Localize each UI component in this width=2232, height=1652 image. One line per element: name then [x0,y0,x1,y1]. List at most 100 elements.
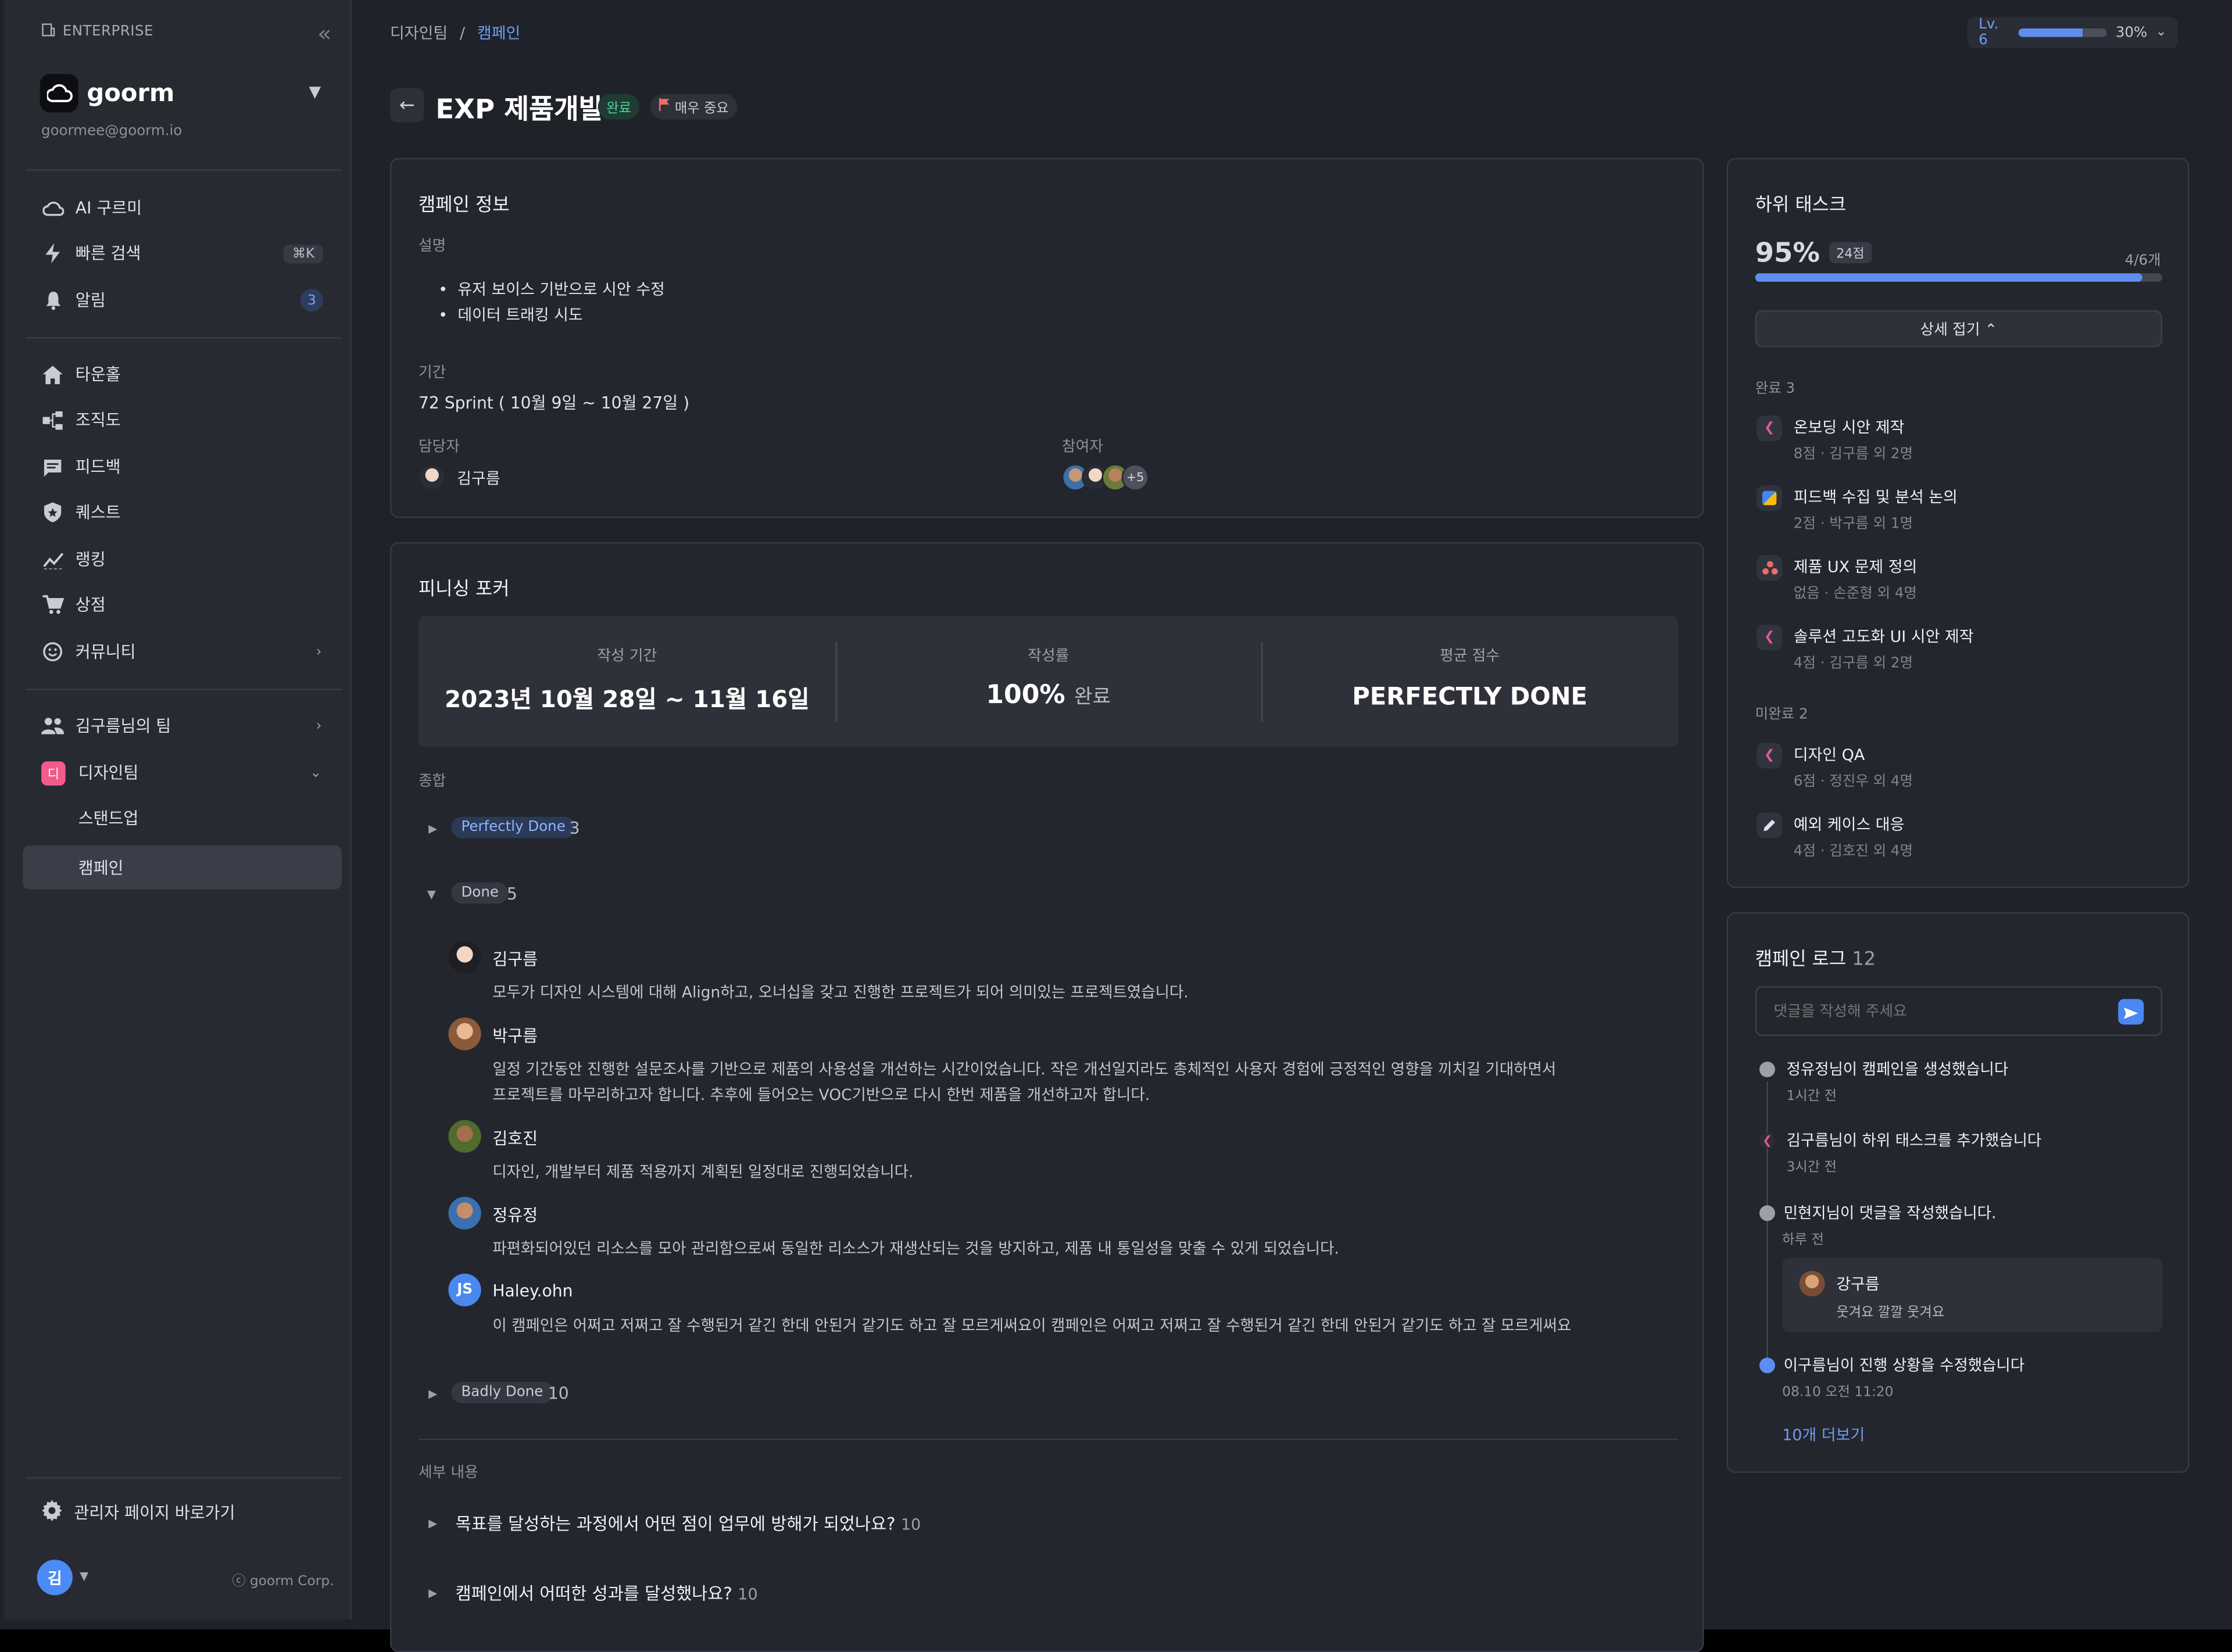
summary-label: 종합 [419,772,446,790]
pencil-icon [1757,812,1783,838]
group-tag-perfectly-done[interactable]: Perfectly Done [451,816,575,838]
collapse-details-button[interactable]: 상세 접기 ⌃ [1755,310,2163,347]
lightning-icon [41,242,64,264]
priority-badge: 매우 중요 [650,94,738,120]
participants-more-badge[interactable]: +5 [1121,464,1149,491]
section-title: 캠페인 로그 12 [1755,949,1876,971]
user-avatar[interactable]: 김 [37,1560,73,1596]
group-tag-badly-done[interactable]: Badly Done [451,1381,553,1403]
nav-standup[interactable]: 스탠드업 [23,798,342,838]
points-badge: 24점 [1829,242,1872,264]
breadcrumb-current[interactable]: 캠페인 [477,24,520,43]
load-more-link[interactable]: 10개 더보기 [1782,1423,1865,1446]
comment-avatar: JS [448,1273,481,1307]
collapse-sidebar-icon[interactable]: « [317,20,331,47]
nav-community[interactable]: 커뮤니티 › [23,632,342,672]
nav-design-team[interactable]: 디 디자인팀 ⌄ [23,753,342,793]
breadcrumb-parent[interactable]: 디자인팀 [390,24,448,43]
comment-text: 모두가 디자인 시스템에 대해 Align하고, 오너십을 갖고 진행한 프로젝… [492,983,1189,1002]
comment-avatar [448,940,481,974]
campaign-info-card: 캠페인 정보 설명 • 유저 보이스 기반으로 시안 수정 • 데이터 트래킹 … [390,157,1704,518]
collapse-arrow-icon[interactable]: ▼ [427,888,436,901]
divider [26,689,342,690]
level-indicator[interactable]: Lv. 6 30% ⌄ [1967,17,2178,49]
send-button[interactable] [2118,999,2144,1025]
chevron-down-icon: ⌄ [2155,26,2167,40]
admin-page-link[interactable]: 관리자 페이지 바로가기 [41,1500,235,1525]
owner-label: 담당자 [419,438,460,456]
team-avatar-icon: 디 [41,760,66,785]
period-value: 72 Sprint ( 10월 9일 ~ 10월 27일 ) [419,392,690,413]
comment-author: 정유정 [492,1205,538,1225]
section-title: 하위 태스크 [1755,195,1847,217]
comment-author: Haley.ohn [492,1281,573,1301]
cloud-plus-icon [41,196,64,219]
expand-arrow-icon[interactable]: ▶ [428,1517,437,1530]
owner-avatar[interactable] [419,464,446,491]
nav-org-chart[interactable]: 조직도 [23,400,342,440]
shortcut-badge: ⌘K [284,244,323,263]
group-count: 5 [506,883,517,904]
campaign-log-card: 캠페인 로그 12 정유정님이 캠페인을 생성했습니다 1시간 전 ❮ 김구름님… [1726,912,2190,1473]
divider [26,169,342,171]
period-label: 기간 [419,364,446,382]
gear-icon [41,1500,63,1525]
stat-rate: 작성률 100% 완료 [986,647,1111,711]
chat-icon [41,456,64,478]
log-dot [1759,1205,1775,1221]
main-content: 디자인팀 / 캠페인 Lv. 6 30% ⌄ ← EXP 제품개발 완료 매우 … [353,0,2232,1652]
comment-text: 디자인, 개발부터 제품 적용까지 계획된 일정대로 진행되었습니다. [492,1162,914,1181]
detail-label: 세부 내용 [419,1464,478,1482]
clickup-icon: ❮ [1757,625,1783,651]
clickup-icon: ❮ [1757,415,1783,442]
finishing-poker-card: 피니싱 포커 작성 기간 2023년 10월 28일 ~ 11월 16일 작성률… [390,542,1704,1652]
clickup-icon: ❮ [1759,1133,1775,1149]
expand-arrow-icon[interactable]: ▶ [428,823,437,836]
level-label: Lv. 6 [1979,17,1999,49]
section-title: 피니싱 포커 [419,579,510,601]
divider [419,1438,1679,1440]
nav-townhall[interactable]: 타운홀 [23,354,342,395]
bell-icon [41,289,64,311]
breadcrumb: 디자인팀 / 캠페인 [390,21,520,44]
nav-my-team[interactable]: 김구름님의 팀 › [23,706,342,746]
nav-quest[interactable]: 퀘스트 [23,492,342,532]
expand-arrow-icon[interactable]: ▶ [428,1587,437,1600]
participants-label: 참여자 [1061,438,1103,456]
home-icon [41,363,64,385]
shield-icon [41,501,64,524]
page-title: EXP 제품개발 [435,94,604,126]
org-switch-caret-icon[interactable]: ▼ [309,83,321,101]
comment-text: 프로젝트를 마무리하고자 합니다. 추후에 들어오는 VOC기반으로 다시 한번… [492,1085,1150,1105]
poker-stats-panel: 작성 기간 2023년 10월 28일 ~ 11월 16일 작성률 100% 완… [419,616,1679,747]
flag-icon [659,98,671,115]
comment-author: 김호진 [492,1128,538,1149]
expand-arrow-icon[interactable]: ▶ [428,1388,437,1400]
group-tag-done[interactable]: Done [451,882,509,904]
nav-feedback[interactable]: 피드백 [23,447,342,487]
nav-ranking[interactable]: 랭킹 [23,539,342,579]
stat-average-score: 평균 점수 PERFECTLY DONE [1261,616,1679,747]
level-progress-fill [2019,28,2083,37]
chevron-down-icon: ⌄ [309,765,322,781]
section-title: 캠페인 정보 [419,195,510,217]
question-item[interactable]: 목표를 달성하는 과정에서 어떤 점이 업무에 방해가 되었나요? 10 [456,1511,921,1536]
user-menu-caret-icon[interactable]: ▼ [80,1569,88,1582]
comment-input[interactable] [1755,986,2163,1036]
nav-ai-goormee[interactable]: AI 구르미 [23,188,342,228]
nav-campaign[interactable]: 캠페인 [23,845,342,890]
back-button[interactable]: ← [390,88,424,123]
comment-avatar [448,1120,481,1153]
nav-quick-search[interactable]: 빠른 검색 ⌘K [23,234,342,274]
org-name[interactable]: goorm [87,80,174,108]
nav-shop[interactable]: 상점 [23,585,342,625]
people-icon [41,714,65,737]
arrow-left-icon: ← [399,94,415,116]
nav-notifications[interactable]: 알림 3 [23,280,342,320]
org-chart-icon [41,408,64,431]
comment-text: 일정 기간동안 진행한 설문조사를 기반으로 제품의 사용성을 개선하는 시간이… [492,1060,1557,1079]
user-email: goormee@goorm.io [41,124,183,140]
question-item[interactable]: 캠페인에서 어떠한 성과를 달성했나요? 10 [456,1581,758,1606]
trend-icon [41,548,64,571]
group-count: 10 [548,1383,569,1403]
